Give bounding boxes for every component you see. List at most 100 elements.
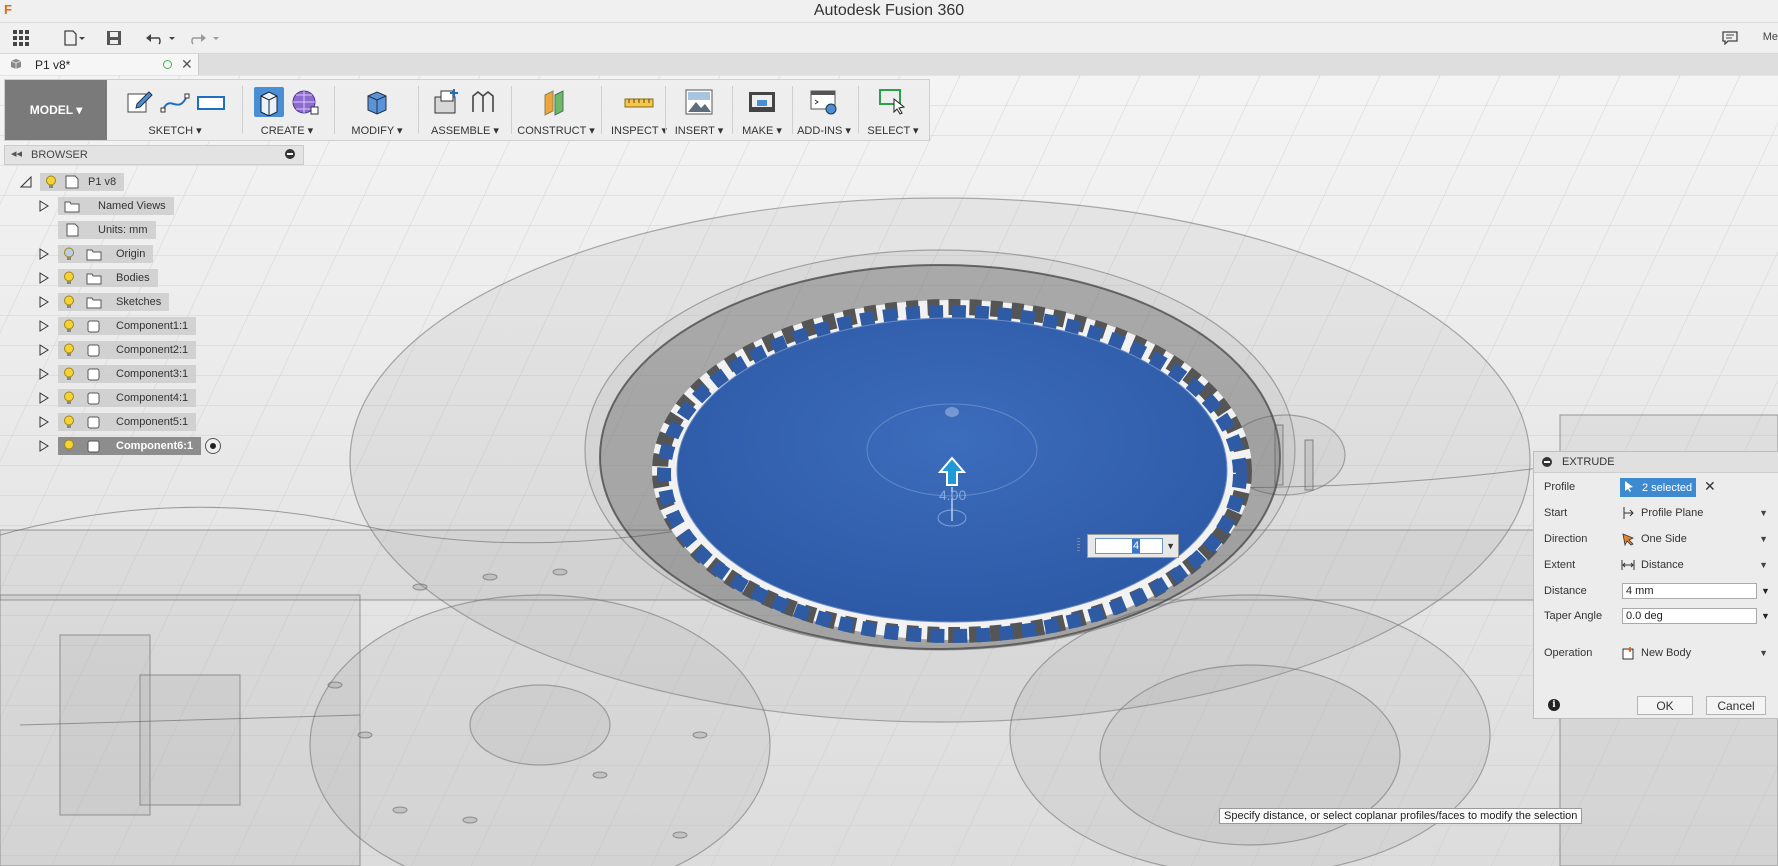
undo-icon[interactable] (144, 27, 178, 49)
expand-triangle-icon[interactable] (38, 272, 50, 284)
3d-scene[interactable] (0, 75, 1778, 866)
save-icon[interactable] (104, 27, 124, 49)
canvas-viewport[interactable] (0, 75, 1778, 866)
chevron-down-icon[interactable]: ▼ (1761, 611, 1770, 621)
visibility-bulb-icon[interactable] (62, 414, 76, 430)
visibility-bulb-icon[interactable] (62, 246, 76, 262)
select-menu-label[interactable]: SELECT ▾ (860, 124, 926, 137)
browser-node[interactable]: Named Views (38, 197, 174, 215)
user-name[interactable]: Me (1763, 31, 1778, 43)
cancel-button[interactable]: Cancel (1706, 696, 1766, 715)
line-spline-icon[interactable] (160, 87, 190, 117)
browser-node[interactable]: Component3:1 (38, 365, 197, 383)
scripts-addins-icon[interactable] (809, 87, 839, 117)
visibility-bulb-icon[interactable] (62, 318, 76, 334)
expand-triangle-icon[interactable] (38, 368, 50, 380)
visibility-bulb-icon[interactable] (62, 294, 76, 310)
browser-node[interactable]: Origin (38, 245, 154, 263)
sketch-group[interactable]: SKETCH ▾ (113, 80, 237, 140)
browser-node[interactable]: Bodies (38, 269, 158, 287)
rectangle-icon[interactable] (196, 87, 226, 117)
modify-group[interactable]: MODIFY ▾ (337, 80, 417, 140)
chevron-down-icon[interactable]: ▼ (1761, 586, 1770, 596)
expand-triangle-icon[interactable] (38, 416, 50, 428)
assemble-menu-label[interactable]: ASSEMBLE ▾ (421, 124, 509, 137)
create-group[interactable]: CREATE ▾ (245, 80, 329, 140)
expand-triangle-icon[interactable] (38, 296, 50, 308)
visibility-bulb-icon[interactable] (62, 366, 76, 382)
assemble-group[interactable]: ASSEMBLE ▾ (421, 80, 509, 140)
activate-component-icon[interactable] (205, 438, 221, 454)
browser-node[interactable]: Units: mm (38, 221, 156, 239)
select-group[interactable]: SELECT ▾ (860, 80, 926, 140)
data-panel-grid-icon[interactable] (10, 27, 32, 49)
start-select[interactable]: Profile Plane ▼ (1620, 504, 1770, 522)
create-menu-label[interactable]: CREATE ▾ (245, 124, 329, 137)
construct-menu-label[interactable]: CONSTRUCT ▾ (513, 124, 599, 137)
form-mesh-icon[interactable] (290, 87, 320, 117)
expand-triangle-icon[interactable] (38, 440, 50, 452)
extrude-icon[interactable] (254, 87, 284, 117)
make-menu-label[interactable]: MAKE ▾ (734, 124, 790, 137)
insert-menu-label[interactable]: INSERT ▾ (667, 124, 731, 137)
distance-input[interactable]: 4 mm (1622, 583, 1757, 599)
visibility-bulb-icon[interactable] (62, 270, 76, 286)
construct-group[interactable]: CONSTRUCT ▾ (513, 80, 599, 140)
browser-node[interactable]: Component2:1 (38, 341, 197, 359)
expand-triangle-icon[interactable] (38, 320, 50, 332)
visibility-bulb-icon[interactable] (62, 438, 76, 454)
chevron-down-icon[interactable]: ▼ (1166, 541, 1175, 551)
sketch-menu-label[interactable]: SKETCH ▾ (113, 124, 237, 137)
profile-selection-button[interactable]: 2 selected (1620, 478, 1696, 497)
ok-button[interactable]: OK (1637, 696, 1693, 715)
insert-image-icon[interactable] (684, 87, 714, 117)
collapse-browser-icon[interactable]: ◂◂ (11, 147, 22, 160)
addins-group[interactable]: ADD-INS ▾ (794, 80, 854, 140)
browser-node[interactable]: Sketches (38, 293, 170, 311)
extrude-dialog-header[interactable]: EXTRUDE (1534, 452, 1778, 473)
redo-icon[interactable] (188, 27, 222, 49)
new-component-icon[interactable] (432, 87, 462, 117)
offset-plane-icon[interactable] (541, 87, 571, 117)
expand-triangle-icon[interactable] (38, 200, 50, 212)
extent-select[interactable]: Distance ▼ (1620, 556, 1770, 574)
joint-icon[interactable] (468, 87, 498, 117)
visibility-bulb-icon[interactable] (62, 390, 76, 406)
operation-select[interactable]: New Body ▼ (1620, 644, 1770, 662)
collapse-triangle-icon[interactable] (20, 176, 32, 188)
browser-node[interactable]: Component5:1 (38, 413, 197, 431)
browser-node[interactable]: Component4:1 (38, 389, 197, 407)
visibility-bulb-icon[interactable] (44, 174, 58, 190)
expand-triangle-icon[interactable] (38, 392, 50, 404)
press-pull-icon[interactable] (362, 87, 392, 117)
file-menu-icon[interactable] (62, 27, 86, 49)
minimize-browser-icon[interactable] (285, 149, 295, 159)
browser-panel-header[interactable]: ◂◂ BROWSER (4, 145, 304, 165)
browser-node[interactable]: Component1:1 (38, 317, 197, 335)
workspace-switcher-button[interactable]: MODEL ▾ (5, 80, 107, 140)
viewport-distance-input[interactable]: 4 ▼ (1087, 534, 1179, 558)
modify-menu-label[interactable]: MODIFY ▾ (337, 124, 417, 137)
collapse-dialog-icon[interactable] (1542, 457, 1552, 467)
taper-angle-input[interactable]: 0.0 deg (1622, 608, 1757, 624)
close-tab-icon[interactable]: ✕ (181, 56, 193, 73)
expand-triangle-icon[interactable] (38, 248, 50, 260)
document-tab[interactable]: P1 v8* ✕ (0, 54, 199, 75)
measure-icon[interactable] (624, 87, 654, 117)
expand-triangle-icon[interactable] (38, 344, 50, 356)
comments-icon[interactable] (1720, 27, 1740, 49)
select-window-icon[interactable] (878, 87, 908, 117)
browser-root-node[interactable]: P1 v8 (20, 173, 125, 191)
clear-selection-icon[interactable]: ✕ (1704, 478, 1716, 495)
3d-print-icon[interactable] (747, 87, 777, 117)
create-sketch-icon[interactable] (124, 87, 154, 117)
direction-select[interactable]: One Side ▼ (1620, 530, 1770, 548)
drag-grip-icon[interactable] (1077, 538, 1080, 552)
info-icon[interactable]: i (1548, 699, 1560, 711)
insert-group[interactable]: INSERT ▾ (667, 80, 731, 140)
make-group[interactable]: MAKE ▾ (734, 80, 790, 140)
browser-node[interactable]: Component6:1 (38, 437, 221, 455)
addins-menu-label[interactable]: ADD-INS ▾ (794, 124, 854, 137)
visibility-bulb-icon[interactable] (62, 342, 76, 358)
viewport-distance-value[interactable]: 4 (1132, 539, 1141, 553)
